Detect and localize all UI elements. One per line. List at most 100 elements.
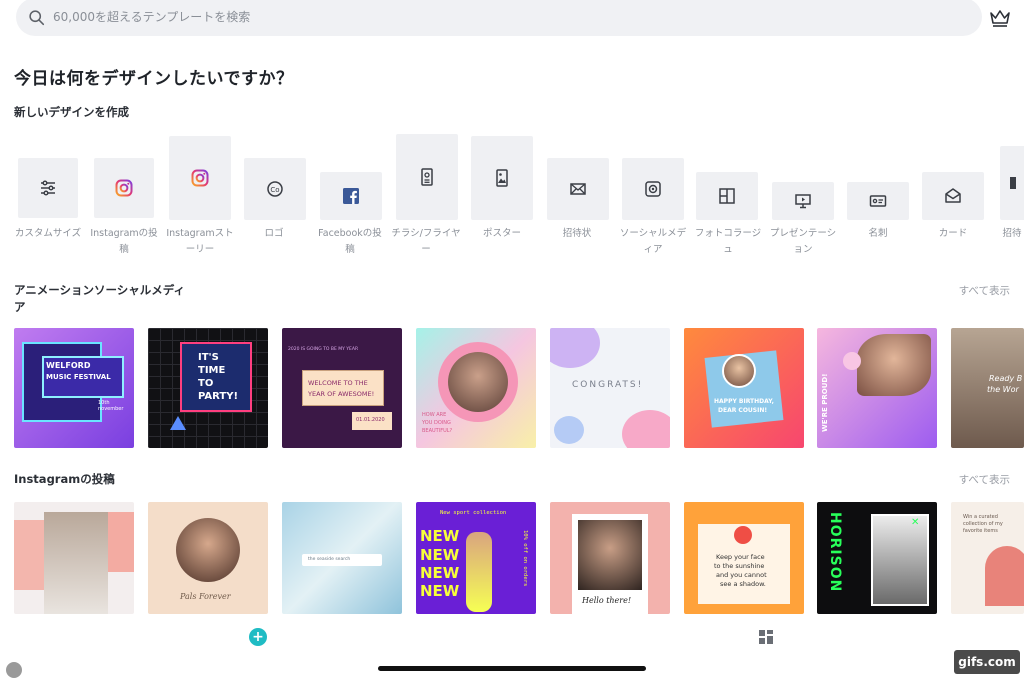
- template-text: the seaside search: [308, 557, 351, 562]
- sun-icon: [734, 526, 752, 544]
- design-type-tile[interactable]: [696, 172, 758, 220]
- design-type-label: カスタムサイズ: [14, 228, 82, 239]
- template-text: TIME: [198, 365, 226, 376]
- template-graphic: [302, 370, 384, 406]
- template-graphic: [985, 546, 1024, 606]
- design-type-tile[interactable]: [772, 182, 834, 220]
- assistive-touch-dot[interactable]: [6, 662, 22, 678]
- template-text: 01.01.2020: [356, 417, 385, 423]
- see-all-animated-link[interactable]: すべて表示: [959, 283, 1010, 298]
- template-card[interactable]: WELFORD MUSIC FESTIVAL 10th november: [14, 328, 134, 448]
- design-type-label: フォトコラージュ: [694, 228, 762, 255]
- sliders-icon: [41, 180, 55, 196]
- design-type-label: プレゼンテーション: [769, 228, 837, 255]
- template-text: to the sunshine: [714, 562, 765, 570]
- crown-icon[interactable]: [988, 8, 1012, 28]
- template-card[interactable]: IT'S TIME TO PARTY!: [148, 328, 268, 448]
- template-text: PARTY!: [198, 391, 239, 402]
- grid-icon[interactable]: [758, 629, 774, 645]
- template-text: HAPPY BIRTHDAY,: [714, 398, 774, 405]
- section-title-animated: アニメーションソーシャルメディア: [14, 283, 186, 314]
- template-card[interactable]: the seaside search: [282, 502, 402, 614]
- template-graphic: [14, 520, 44, 590]
- template-card[interactable]: Keep your face to the sunshine and you c…: [684, 502, 804, 614]
- svg-text:Co: Co: [270, 186, 279, 194]
- template-text: see a shadow.: [720, 580, 766, 588]
- template-graphic: [554, 416, 584, 444]
- template-text: YEAR OF AWESOME!: [308, 390, 375, 398]
- triangle-icon: [170, 416, 186, 430]
- template-text: WELFORD: [46, 361, 91, 370]
- template-text: favorite items: [963, 528, 998, 534]
- template-text: CONGRATS!: [572, 380, 644, 390]
- design-type-label: ロゴ: [264, 228, 284, 239]
- create-design-title: 新しいデザインを作成: [14, 105, 129, 119]
- design-type-tile[interactable]: [471, 136, 533, 220]
- design-type-label: ソーシャルメディア: [619, 228, 687, 255]
- template-text: NEW: [420, 564, 460, 582]
- template-card[interactable]: [14, 502, 134, 614]
- template-text: HORISON: [827, 512, 843, 593]
- photo-graphic: [176, 518, 240, 582]
- template-text: TO: [198, 378, 214, 389]
- invitation-icon: [1010, 177, 1016, 189]
- template-text: WELCOME TO THE: [308, 379, 368, 387]
- instagram-icon: [115, 179, 133, 197]
- template-text: NEW: [420, 546, 460, 564]
- template-card[interactable]: CONGRATS!: [550, 328, 670, 448]
- search-bar[interactable]: [16, 0, 982, 36]
- template-card[interactable]: Pals Forever: [148, 502, 268, 614]
- template-text: Win a curated: [963, 514, 998, 520]
- template-text: 10% off on orders: [522, 530, 528, 587]
- template-card[interactable]: Win a curated collection of my favorite …: [951, 502, 1024, 614]
- template-card[interactable]: New sport collection NEW NEW NEW NEW 10%…: [416, 502, 536, 614]
- template-graphic: [106, 512, 134, 572]
- social-media-icon: [645, 181, 661, 197]
- photo-graphic: [466, 532, 492, 612]
- template-text: 2020 IS GOING TO BE MY YEAR: [288, 347, 359, 352]
- design-type-invite[interactable]: 招待: [992, 130, 1024, 265]
- flyer-icon: [421, 168, 433, 186]
- presentation-icon: [795, 194, 811, 209]
- see-all-instagram-link[interactable]: すべて表示: [959, 472, 1010, 487]
- template-card[interactable]: HORISON ✕: [817, 502, 937, 614]
- template-text: NEW: [420, 527, 460, 545]
- poster-icon: [496, 169, 508, 187]
- template-card[interactable]: HAPPY BIRTHDAY, DEAR COUSIN!: [684, 328, 804, 448]
- template-card[interactable]: Ready B the Wor: [951, 328, 1024, 448]
- template-text: 10th november: [98, 400, 124, 412]
- design-type-tile[interactable]: [396, 134, 458, 220]
- design-type-label: 招待: [1002, 228, 1022, 239]
- design-type-label: チラシ/フライヤー: [391, 228, 461, 255]
- design-type-tile[interactable]: Co: [244, 158, 306, 220]
- template-text: Keep your face: [716, 553, 765, 561]
- design-type-tile[interactable]: [169, 136, 231, 220]
- design-type-tile[interactable]: [18, 158, 78, 218]
- design-type-tile[interactable]: [922, 172, 984, 220]
- design-type-label: Instagramの投稿: [90, 228, 158, 255]
- template-card[interactable]: HOW ARE YOU DOING BEAUTIFUL?: [416, 328, 536, 448]
- template-text: and you cannot: [716, 571, 767, 579]
- design-type-tile[interactable]: [547, 158, 609, 220]
- template-text: DEAR COUSIN!: [718, 407, 768, 414]
- design-type-tile[interactable]: [320, 172, 382, 220]
- design-type-label: カード: [938, 228, 968, 239]
- photo-graphic: [857, 334, 931, 396]
- design-type-tile[interactable]: [1000, 146, 1024, 220]
- template-card[interactable]: Hello there!: [550, 502, 670, 614]
- create-plus-button[interactable]: +: [249, 628, 267, 646]
- template-card[interactable]: WE'RE PROUD!: [817, 328, 937, 448]
- design-type-label: ポスター: [482, 228, 521, 239]
- photo-graphic: [578, 520, 642, 590]
- design-type-tile[interactable]: [622, 158, 684, 220]
- template-text: NEW: [420, 582, 460, 600]
- design-type-tile[interactable]: [847, 182, 909, 220]
- design-type-tile[interactable]: [94, 158, 154, 218]
- template-card[interactable]: 2020 IS GOING TO BE MY YEAR WELCOME TO T…: [282, 328, 402, 448]
- design-type-label: 招待状: [562, 228, 592, 239]
- template-graphic: [622, 410, 670, 448]
- template-text: Ready B: [989, 374, 1023, 383]
- search-input[interactable]: [53, 10, 653, 24]
- template-text: the Wor: [987, 385, 1019, 394]
- instagram-icon: [191, 169, 209, 187]
